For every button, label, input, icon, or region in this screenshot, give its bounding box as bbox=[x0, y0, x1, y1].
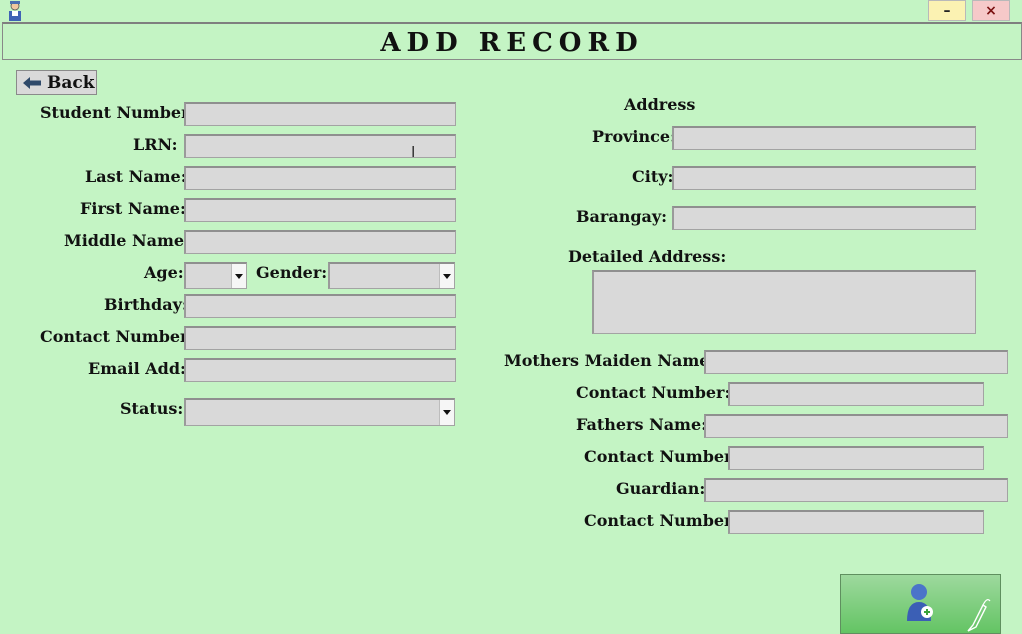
arrow-left-icon bbox=[23, 76, 41, 89]
back-button[interactable]: Back bbox=[16, 70, 97, 95]
barangay-label: Barangay: bbox=[576, 207, 668, 226]
text-cursor-icon: I bbox=[411, 143, 416, 161]
birthday-label: Birthday: bbox=[104, 295, 188, 314]
fathers-name-input[interactable] bbox=[704, 414, 1008, 438]
mothers-maiden-name-input[interactable] bbox=[704, 350, 1008, 374]
mother-contact-number-label: Contact Number: bbox=[576, 383, 731, 402]
fathers-name-label: Fathers Name: bbox=[576, 415, 708, 434]
province-input[interactable] bbox=[672, 126, 976, 150]
header-bar: ADD RECORD bbox=[2, 22, 1022, 60]
father-contact-number-label: Contact Number: bbox=[584, 447, 739, 466]
window-titlebar: – × bbox=[0, 0, 1022, 22]
chevron-down-icon[interactable] bbox=[231, 264, 246, 288]
guardian-input[interactable] bbox=[704, 478, 1008, 502]
gender-label: Gender: bbox=[256, 263, 328, 282]
student-number-label: Student Number: bbox=[40, 103, 196, 122]
guardian-contact-number-label: Contact Number: bbox=[584, 511, 739, 530]
guardian-label: Guardian: bbox=[616, 479, 706, 498]
close-button[interactable]: × bbox=[972, 0, 1010, 21]
first-name-input[interactable] bbox=[184, 198, 456, 222]
email-label: Email Add: bbox=[88, 359, 186, 378]
middle-name-input[interactable] bbox=[184, 230, 456, 254]
mothers-maiden-name-label: Mothers Maiden Name: bbox=[504, 351, 716, 370]
email-input[interactable] bbox=[184, 358, 456, 382]
first-name-label: First Name: bbox=[80, 199, 186, 218]
chevron-down-icon[interactable] bbox=[439, 400, 454, 425]
birthday-input[interactable] bbox=[184, 294, 456, 318]
student-app-icon bbox=[9, 1, 21, 21]
detailed-address-textarea[interactable] bbox=[592, 270, 976, 334]
age-label: Age: bbox=[144, 263, 184, 282]
age-select[interactable] bbox=[184, 262, 247, 289]
lrn-label: LRN: bbox=[133, 135, 178, 154]
middle-name-label: Middle Name: bbox=[64, 231, 190, 250]
page-title: ADD RECORD bbox=[380, 28, 644, 58]
back-label: Back bbox=[47, 72, 95, 93]
minimize-button[interactable]: – bbox=[928, 0, 966, 21]
last-name-label: Last Name: bbox=[85, 167, 187, 186]
city-label: City: bbox=[632, 167, 674, 186]
province-label: Province: bbox=[592, 127, 676, 146]
contact-number-input[interactable] bbox=[184, 326, 456, 350]
status-label: Status: bbox=[120, 399, 184, 418]
add-record-button[interactable] bbox=[840, 574, 1001, 634]
status-select[interactable] bbox=[184, 398, 455, 426]
detailed-address-label: Detailed Address: bbox=[568, 247, 727, 266]
guardian-contact-number-input[interactable] bbox=[728, 510, 984, 534]
last-name-input[interactable] bbox=[184, 166, 456, 190]
gender-select[interactable] bbox=[328, 262, 455, 289]
address-section-label: Address bbox=[624, 95, 696, 114]
chevron-down-icon[interactable] bbox=[439, 264, 454, 288]
add-user-icon bbox=[907, 584, 933, 621]
father-contact-number-input[interactable] bbox=[728, 446, 984, 470]
student-number-input[interactable] bbox=[184, 102, 456, 126]
mother-contact-number-input[interactable] bbox=[728, 382, 984, 406]
city-input[interactable] bbox=[672, 166, 976, 190]
barangay-input[interactable] bbox=[672, 206, 976, 230]
pen-icon bbox=[967, 599, 991, 632]
contact-number-label: Contact Number: bbox=[40, 327, 195, 346]
